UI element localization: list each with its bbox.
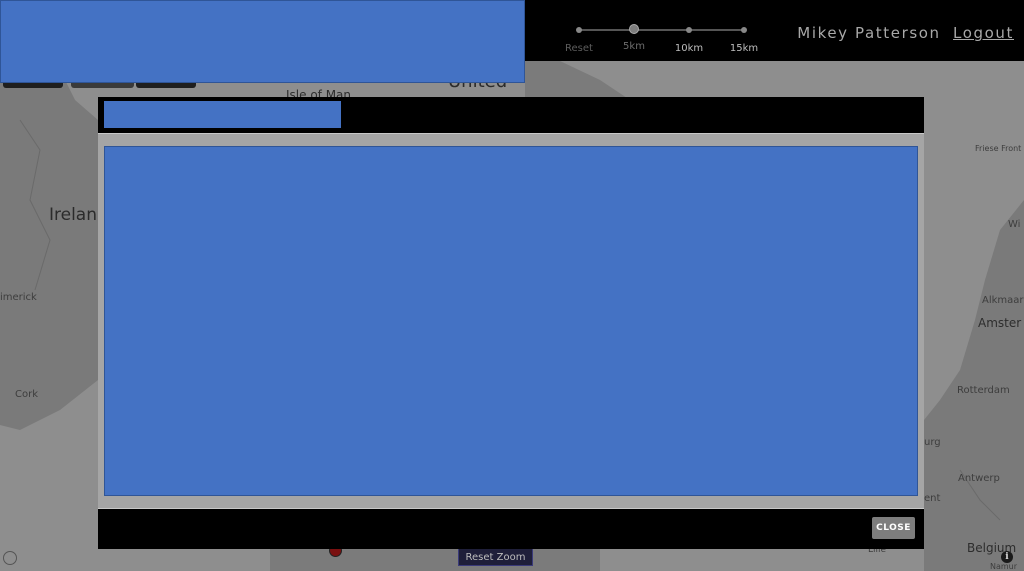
radius-stop-label: 15km xyxy=(729,43,759,54)
modal-dialog: CLOSE xyxy=(98,97,924,549)
radius-stop-5km[interactable]: 5km xyxy=(609,20,659,52)
redacted-modal-title xyxy=(104,101,341,128)
close-button[interactable]: CLOSE xyxy=(872,517,915,539)
map-label-wi: Wi xyxy=(1008,219,1021,230)
radius-stop-reset[interactable]: Reset xyxy=(554,20,604,54)
redacted-header-block xyxy=(0,0,525,83)
info-icon[interactable]: i xyxy=(1001,551,1013,563)
radius-stop-label: 10km xyxy=(674,43,704,54)
map-label-antwerp: Antwerp xyxy=(958,473,1000,484)
modal-body xyxy=(98,133,924,509)
radius-stop-15km[interactable]: 15km xyxy=(719,20,769,54)
map-label-rotterdam: Rotterdam xyxy=(957,385,1010,396)
radius-stop-10km[interactable]: 10km xyxy=(664,20,714,54)
map-label-limerick: imerick xyxy=(0,292,37,303)
map-label-ent: ent xyxy=(924,493,941,504)
map-label-namur: Namur xyxy=(990,562,1018,571)
map-label-friese-front: Friese Front xyxy=(975,144,1022,153)
radius-stop-dot[interactable] xyxy=(576,27,582,33)
map-label-ireland: Irelan xyxy=(49,205,98,225)
radius-stop-dot[interactable] xyxy=(741,27,747,33)
map-label-urg: urg xyxy=(924,437,941,448)
user-name: Mikey Patterson xyxy=(797,24,941,42)
map-logo-icon[interactable] xyxy=(3,551,17,565)
radius-slider[interactable]: Reset 5km 10km 15km xyxy=(565,20,762,56)
radius-stop-label: 5km xyxy=(623,41,645,52)
map-label-cork: Cork xyxy=(15,389,39,400)
radius-stop-label: Reset xyxy=(565,43,593,54)
radius-stop-dot[interactable] xyxy=(686,27,692,33)
logout-link[interactable]: Logout xyxy=(953,24,1014,42)
user-block: Mikey Patterson Logout xyxy=(797,24,1014,42)
radius-stop-dot[interactable] xyxy=(629,24,639,34)
map-label-amsterdam: Amster xyxy=(978,316,1022,330)
redacted-modal-content xyxy=(104,146,918,496)
map-label-alkmaar: Alkmaar xyxy=(982,295,1024,306)
